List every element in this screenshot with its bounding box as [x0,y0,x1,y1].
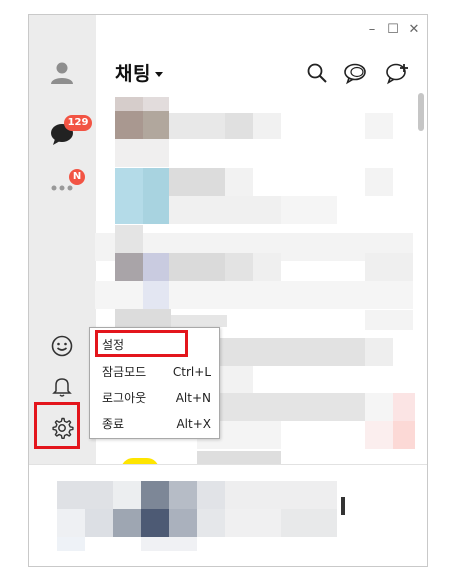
page-title-text: 채팅 [115,63,151,85]
kakaotalk-window: 129 N – ☐ ✕ 채팅 설정 잠금모드 Ctrl+L 로그아웃 Alt+N… [28,14,428,567]
page-title[interactable]: 채팅 [115,59,163,86]
close-button[interactable]: ✕ [405,21,423,39]
open-chat-icon[interactable] [343,61,367,85]
menu-item-logout[interactable]: 로그아웃 Alt+N [90,387,219,409]
menu-item-shortcut: Ctrl+L [172,365,211,379]
menu-item-lock-mode[interactable]: 잠금모드 Ctrl+L [90,361,219,383]
chevron-down-icon [154,72,163,77]
highlight-settings-item [95,330,188,357]
menu-item-label: 종료 [102,417,125,431]
search-icon[interactable] [305,61,329,85]
menu-item-shortcut: Alt+N [175,391,211,405]
chat-unread-badge: 129 [64,115,92,131]
new-chat-icon[interactable] [385,61,409,85]
emoji-icon[interactable] [49,333,75,359]
person-icon[interactable] [49,59,75,85]
menu-item-label: 로그아웃 [102,391,147,405]
highlight-settings-button [34,402,80,449]
menu-item-label: 잠금모드 [102,365,147,379]
menu-item-exit[interactable]: 종료 Alt+X [90,413,219,435]
ad-banner[interactable] [29,464,427,566]
maximize-button[interactable]: ☐ [384,21,402,39]
menu-item-shortcut: Alt+X [176,417,211,431]
bell-icon[interactable] [49,373,75,399]
scrollbar-thumb[interactable] [418,93,424,131]
more-new-badge: N [69,169,85,185]
sidebar: 129 N [29,15,96,464]
minimize-button[interactable]: – [363,21,381,39]
